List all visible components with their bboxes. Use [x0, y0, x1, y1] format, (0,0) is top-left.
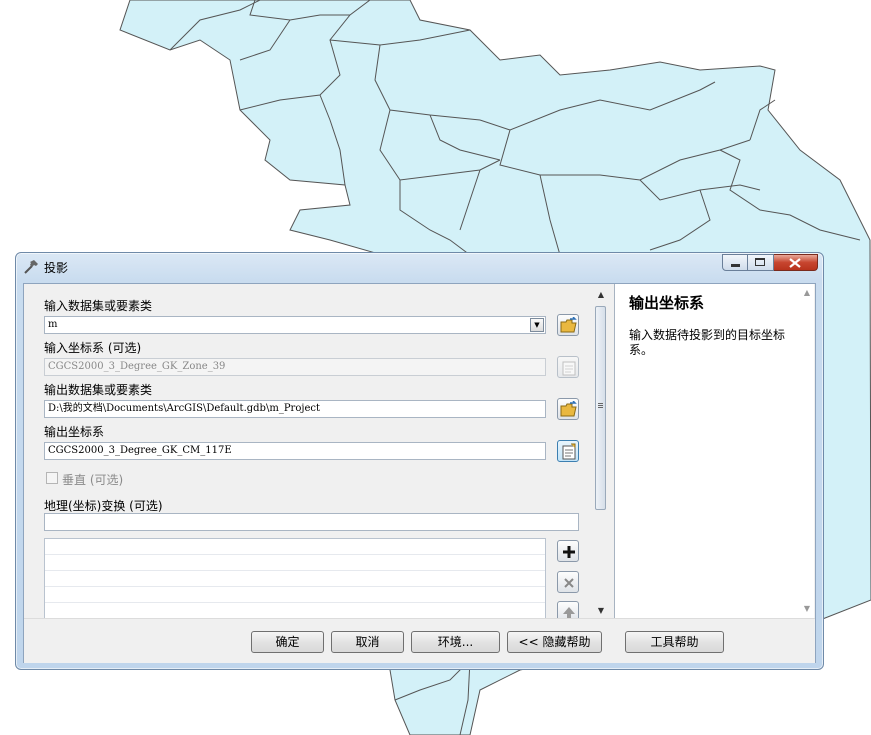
output-dataset-field[interactable]: D:\我的文档\Documents\ArcGIS\Default.gdb\m_P…: [44, 400, 546, 418]
hide-help-button[interactable]: << 隐藏帮助: [507, 631, 602, 653]
spatial-reference-icon: [562, 361, 576, 376]
input-crs-field: CGCS2000_3_Degree_GK_Zone_39: [44, 358, 546, 376]
help-scrollbar[interactable]: ▲ ▼: [800, 284, 814, 618]
scroll-down-icon[interactable]: ▼: [596, 606, 606, 616]
hammer-icon: [24, 260, 38, 274]
output-crs-field[interactable]: CGCS2000_3_Degree_GK_CM_117E: [44, 442, 546, 460]
button-bar: 确定 取消 环境... << 隐藏帮助 工具帮助: [24, 618, 815, 663]
input-dataset-value: m: [48, 319, 58, 330]
list-row: [45, 571, 545, 587]
parameters-scrollbar[interactable]: ▲ ▼: [594, 288, 608, 618]
ok-button[interactable]: 确定: [251, 631, 324, 653]
title-bar[interactable]: 投影: [16, 253, 823, 281]
output-crs-properties-button[interactable]: [557, 440, 579, 462]
close-icon: [564, 578, 574, 588]
folder-open-icon: [560, 401, 577, 417]
geo-transform-list[interactable]: [44, 538, 546, 618]
input-dataset-dropdown[interactable]: m ▼: [44, 316, 546, 334]
output-dataset-label: 输出数据集或要素类: [44, 383, 153, 397]
input-dataset-label: 输入数据集或要素类: [44, 299, 153, 313]
cancel-button[interactable]: 取消: [331, 631, 404, 653]
scrollbar-thumb[interactable]: [595, 306, 606, 510]
help-panel: 输出坐标系 输入数据待投影到的目标坐标系。 ▲ ▼: [614, 284, 814, 618]
spatial-reference-icon: [562, 443, 576, 460]
environments-button[interactable]: 环境...: [411, 631, 500, 653]
list-row: [45, 603, 545, 618]
close-button[interactable]: [774, 254, 818, 271]
project-tool-dialog: 投影 输入数据集或要素类 m ▼ 输入坐标系 (可选) CGCS2000_3_D…: [15, 252, 824, 670]
minimize-button[interactable]: [722, 254, 748, 271]
maximize-button[interactable]: [748, 254, 774, 271]
move-up-button[interactable]: [557, 601, 579, 618]
browse-output-button[interactable]: [557, 398, 579, 420]
folder-open-icon: [560, 317, 577, 333]
geo-transform-input[interactable]: [44, 513, 579, 531]
parameters-panel: 输入数据集或要素类 m ▼ 输入坐标系 (可选) CGCS2000_3_Degr…: [24, 284, 594, 618]
add-transform-button[interactable]: [557, 540, 579, 562]
list-row: [45, 555, 545, 571]
maximize-icon: [755, 258, 765, 266]
output-crs-label: 输出坐标系: [44, 425, 105, 439]
help-title: 输出坐标系: [629, 294, 705, 312]
arrow-up-icon: [563, 607, 575, 618]
list-row: [45, 587, 545, 603]
plus-icon: [563, 546, 575, 558]
vertical-checkbox: [46, 472, 58, 484]
scroll-up-icon[interactable]: ▲: [802, 288, 812, 298]
dialog-title: 投影: [44, 261, 69, 275]
remove-transform-button[interactable]: [557, 571, 579, 593]
input-crs-label: 输入坐标系 (可选): [44, 341, 142, 355]
tool-help-button[interactable]: 工具帮助: [625, 631, 724, 653]
dialog-client-area: 输入数据集或要素类 m ▼ 输入坐标系 (可选) CGCS2000_3_Degr…: [23, 283, 816, 663]
list-row: [45, 539, 545, 555]
chevron-down-icon[interactable]: ▼: [530, 318, 544, 332]
input-crs-properties-button: [557, 356, 579, 378]
scroll-down-icon[interactable]: ▼: [802, 604, 812, 614]
browse-input-button[interactable]: [557, 314, 579, 336]
geo-transform-label: 地理(坐标)变换 (可选): [44, 499, 163, 513]
minimize-icon: [731, 264, 740, 267]
vertical-label: 垂直 (可选): [62, 473, 124, 487]
close-icon: [789, 258, 801, 268]
help-body: 输入数据待投影到的目标坐标系。: [629, 328, 786, 357]
scroll-up-icon[interactable]: ▲: [596, 290, 606, 300]
